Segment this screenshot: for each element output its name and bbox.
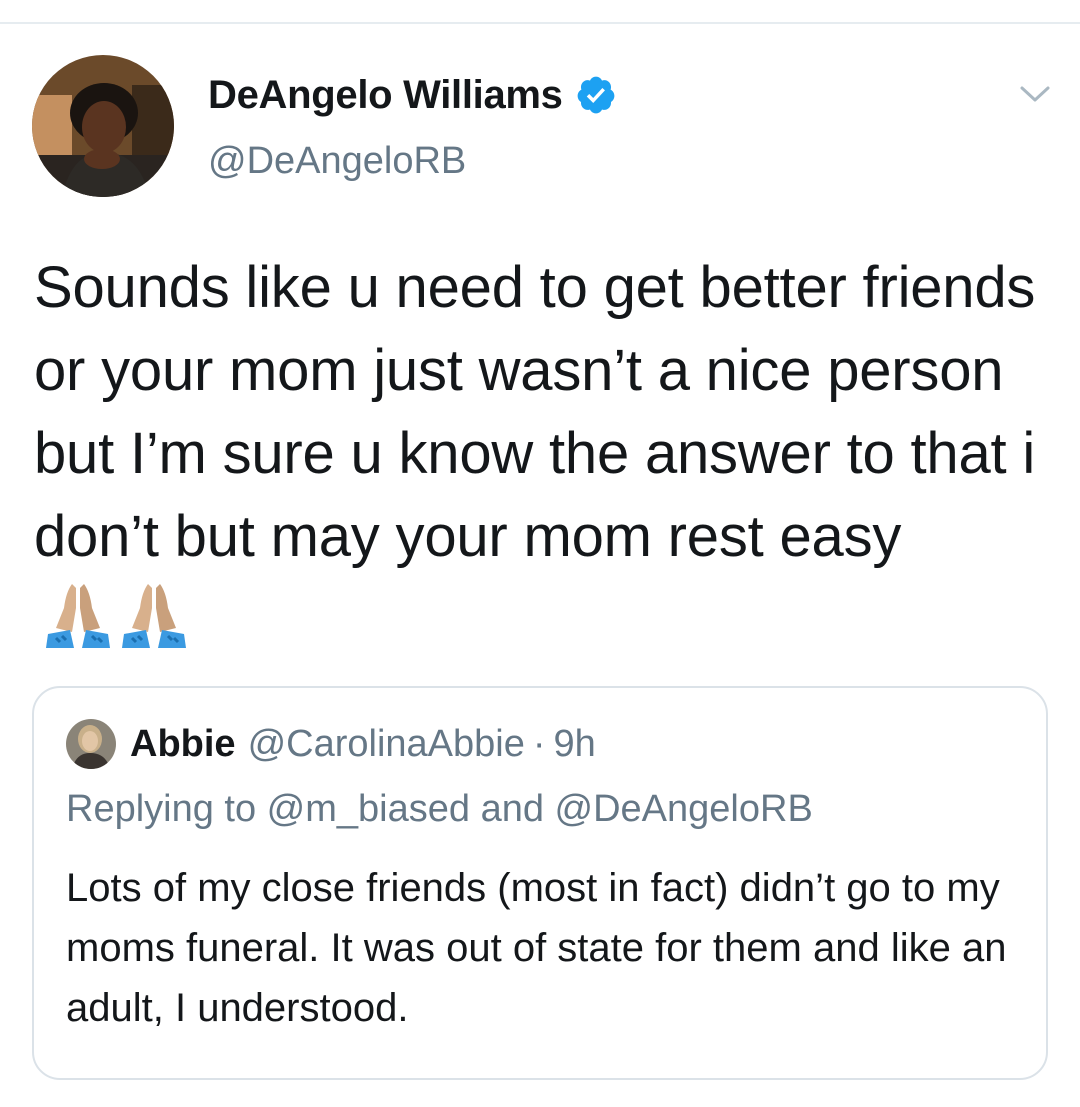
quoted-author-name[interactable]: Abbie xyxy=(130,723,236,766)
quoted-tweet-header: Abbie @CarolinaAbbie · 9h xyxy=(66,716,596,772)
folded-hands-icon xyxy=(122,584,186,648)
separator-dot: · xyxy=(532,722,546,765)
chevron-down-icon[interactable] xyxy=(1018,80,1052,108)
tweet-text: Sounds like u need to get better friends… xyxy=(34,255,1036,569)
quoted-tweet-card[interactable]: Abbie @CarolinaAbbie · 9h Replying to @m… xyxy=(32,686,1048,1080)
author-name-row: DeAngelo Williams xyxy=(208,70,617,120)
tweet-body: Sounds like u need to get better friends… xyxy=(34,246,1044,672)
verified-badge-icon xyxy=(577,76,614,114)
quoted-tweet-time[interactable]: 9h xyxy=(554,723,596,766)
author-avatar[interactable] xyxy=(32,55,174,197)
quoted-author-handle[interactable]: @CarolinaAbbie xyxy=(248,723,525,766)
quoted-tweet-text: Lots of my close friends (most in fact) … xyxy=(66,866,1007,1030)
quoted-author-avatar[interactable] xyxy=(66,719,116,769)
folded-hands-icon xyxy=(46,584,110,648)
replying-to-line: Replying to @m_biased and @DeAngeloRB xyxy=(66,788,813,830)
emoji-group xyxy=(42,578,194,672)
author-display-name[interactable]: DeAngelo Williams xyxy=(208,73,563,118)
author-handle[interactable]: @DeAngeloRB xyxy=(208,140,466,183)
top-divider xyxy=(0,22,1080,24)
